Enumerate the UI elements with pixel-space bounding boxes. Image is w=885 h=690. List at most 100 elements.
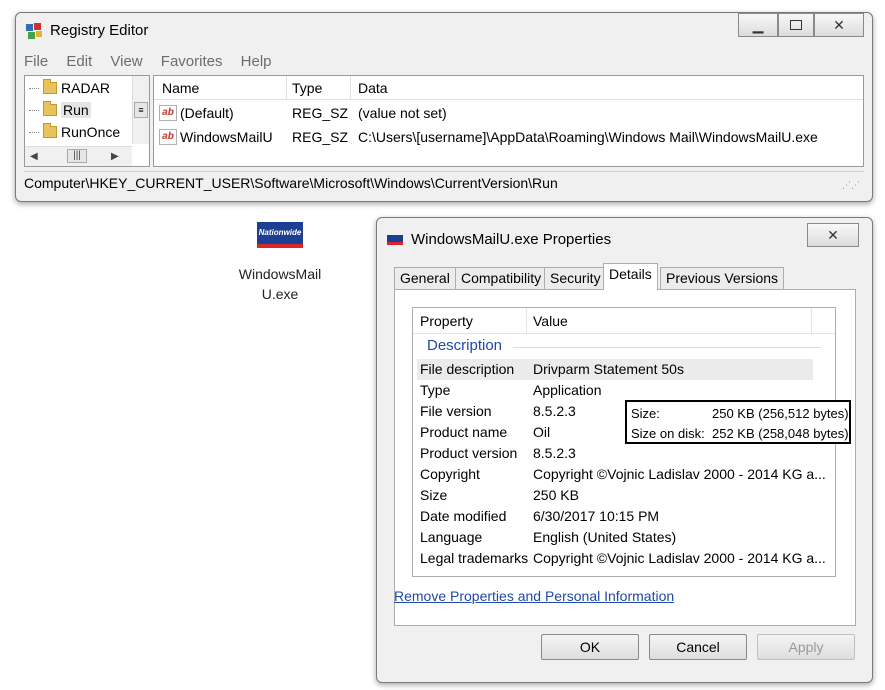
- detail-value: Copyright ©Vojnic Ladislav 2000 - 2014 K…: [533, 550, 826, 566]
- nationwide-logo-icon: Nationwide: [257, 222, 303, 248]
- detail-value: Oil: [533, 424, 551, 440]
- detail-property: Product version: [420, 445, 518, 461]
- description-group: Description: [427, 337, 821, 359]
- folder-icon: [43, 101, 57, 116]
- detail-property: File version: [420, 403, 492, 419]
- cancel-button[interactable]: Cancel: [649, 634, 747, 660]
- size-on-disk-label: Size on disk:: [631, 426, 705, 441]
- scroll-thumb[interactable]: ≡: [134, 102, 148, 118]
- detail-value: Application: [533, 382, 602, 398]
- ok-button[interactable]: OK: [541, 634, 639, 660]
- detail-row[interactable]: File description Drivparm Statement 50s: [417, 359, 813, 380]
- value-data: C:\Users\[username]\AppData\Roaming\Wind…: [358, 129, 818, 145]
- tab-compatibility[interactable]: Compatibility: [455, 267, 548, 289]
- detail-value: Copyright ©Vojnic Ladislav 2000 - 2014 K…: [533, 466, 826, 482]
- scroll-left-icon[interactable]: ◀: [30, 151, 38, 162]
- registry-editor-title: Registry Editor: [50, 22, 149, 39]
- registry-editor-icon: [25, 22, 43, 40]
- menu-file[interactable]: File: [24, 53, 48, 70]
- value-data: (value not set): [358, 105, 447, 121]
- detail-row[interactable]: Size 250 KB: [417, 485, 813, 506]
- folder-icon: [43, 79, 57, 94]
- size-value: 250 KB (256,512 bytes): [712, 406, 849, 421]
- remove-properties-link[interactable]: Remove Properties and Personal Informati…: [394, 588, 674, 604]
- folder-icon: [43, 123, 57, 138]
- size-on-disk-value: 252 KB (258,048 bytes): [712, 426, 849, 441]
- scroll-thumb[interactable]: |||: [67, 149, 87, 163]
- tree-vertical-scrollbar[interactable]: ≡: [132, 76, 149, 144]
- values-list-header: Name Type Data: [154, 76, 863, 100]
- value-name: WindowsMailU: [180, 129, 273, 145]
- detail-row[interactable]: Date modified 6/30/2017 10:15 PM: [417, 506, 813, 527]
- registry-editor-titlebar[interactable]: Registry Editor ▁ ✕: [16, 13, 872, 47]
- resize-grip-icon[interactable]: ⋰⋰: [842, 180, 860, 191]
- tree-item-label: Run: [61, 102, 91, 118]
- tree-horizontal-scrollbar[interactable]: ◀ ||| ▶: [25, 146, 132, 166]
- properties-dialog: WindowsMailU.exe Properties ✕ General Co…: [376, 217, 873, 683]
- tree-item-radar[interactable]: RADAR: [29, 78, 110, 98]
- detail-property: Product name: [420, 424, 508, 440]
- maximize-button[interactable]: [778, 13, 814, 37]
- close-icon: ✕: [827, 226, 839, 243]
- tab-general[interactable]: General: [394, 267, 456, 289]
- tree-item-label: RunOnce: [61, 124, 121, 140]
- detail-value: English (United States): [533, 529, 677, 545]
- tree-item-run[interactable]: Run: [29, 100, 91, 120]
- menu-edit[interactable]: Edit: [66, 53, 92, 70]
- menu-view[interactable]: View: [110, 53, 142, 70]
- minimize-icon: ▁: [752, 16, 764, 33]
- status-path: Computer\HKEY_CURRENT_USER\Software\Micr…: [24, 175, 558, 191]
- detail-property: Copyright: [420, 466, 480, 482]
- column-data-header[interactable]: Data: [358, 80, 388, 96]
- menu-bar: File Edit View Favorites Help: [24, 53, 864, 75]
- value-type: REG_SZ: [292, 105, 349, 121]
- detail-row[interactable]: Product version 8.5.2.3: [417, 443, 813, 464]
- detail-value: 8.5.2.3: [533, 445, 576, 461]
- detail-property: Size: [420, 487, 448, 503]
- close-button[interactable]: ✕: [807, 223, 859, 247]
- detail-row[interactable]: Language English (United States): [417, 527, 813, 548]
- values-list: Name Type Data ab (Default) REG_SZ (valu…: [153, 75, 864, 167]
- tab-details[interactable]: Details: [603, 263, 658, 290]
- details-panel: Property Value Description File descript…: [394, 289, 856, 626]
- string-value-icon: ab: [159, 105, 177, 121]
- string-value-icon: ab: [159, 129, 177, 145]
- scroll-right-icon[interactable]: ▶: [111, 151, 119, 162]
- desktop-file-label: WindowsMail U.exe: [238, 266, 322, 302]
- detail-property: Language: [420, 529, 483, 545]
- tab-previous-versions[interactable]: Previous Versions: [660, 267, 785, 289]
- detail-property: Type: [420, 382, 451, 398]
- detail-row[interactable]: Type Application: [417, 380, 813, 401]
- tab-security[interactable]: Security: [544, 267, 607, 289]
- size-callout: Size: 250 KB (256,512 bytes) Size on dis…: [625, 400, 851, 444]
- detail-value: Drivparm Statement 50s: [533, 361, 684, 377]
- registry-tree: RADAR Run RunOnce ≡ ◀ ||| ▶: [24, 75, 150, 167]
- detail-value: 6/30/2017 10:15 PM: [533, 508, 660, 524]
- desktop-file-icon[interactable]: Nationwide WindowsMail U.exe: [230, 222, 330, 304]
- detail-value: 250 KB: [533, 487, 579, 503]
- menu-favorites[interactable]: Favorites: [161, 53, 223, 70]
- column-property-header[interactable]: Property: [420, 313, 473, 329]
- value-row[interactable]: ab WindowsMailU REG_SZ C:\Users\[usernam…: [154, 127, 863, 149]
- details-list-header: Property Value: [413, 308, 835, 334]
- value-type: REG_SZ: [292, 129, 349, 145]
- column-type-header[interactable]: Type: [292, 80, 322, 96]
- close-button[interactable]: ✕: [814, 13, 864, 37]
- maximize-icon: [790, 20, 802, 30]
- detail-row[interactable]: Copyright Copyright ©Vojnic Ladislav 2000…: [417, 464, 826, 485]
- detail-property: Legal trademarks: [420, 550, 529, 566]
- file-icon: [387, 235, 403, 245]
- detail-row[interactable]: Legal trademarks Copyright ©Vojnic Ladisl…: [417, 548, 826, 569]
- minimize-button[interactable]: ▁: [738, 13, 778, 37]
- tree-item-runonce[interactable]: RunOnce: [29, 122, 120, 142]
- column-value-header[interactable]: Value: [533, 313, 568, 329]
- value-row[interactable]: ab (Default) REG_SZ (value not set): [154, 103, 863, 125]
- detail-property: File description: [420, 361, 515, 377]
- detail-value: 8.5.2.3: [533, 403, 576, 419]
- tree-item-label: RADAR: [61, 80, 111, 96]
- menu-help[interactable]: Help: [241, 53, 272, 70]
- properties-titlebar[interactable]: WindowsMailU.exe Properties ✕: [377, 218, 872, 252]
- column-name-header[interactable]: Name: [162, 80, 199, 96]
- size-label: Size:: [631, 406, 660, 421]
- close-icon: ✕: [833, 16, 845, 33]
